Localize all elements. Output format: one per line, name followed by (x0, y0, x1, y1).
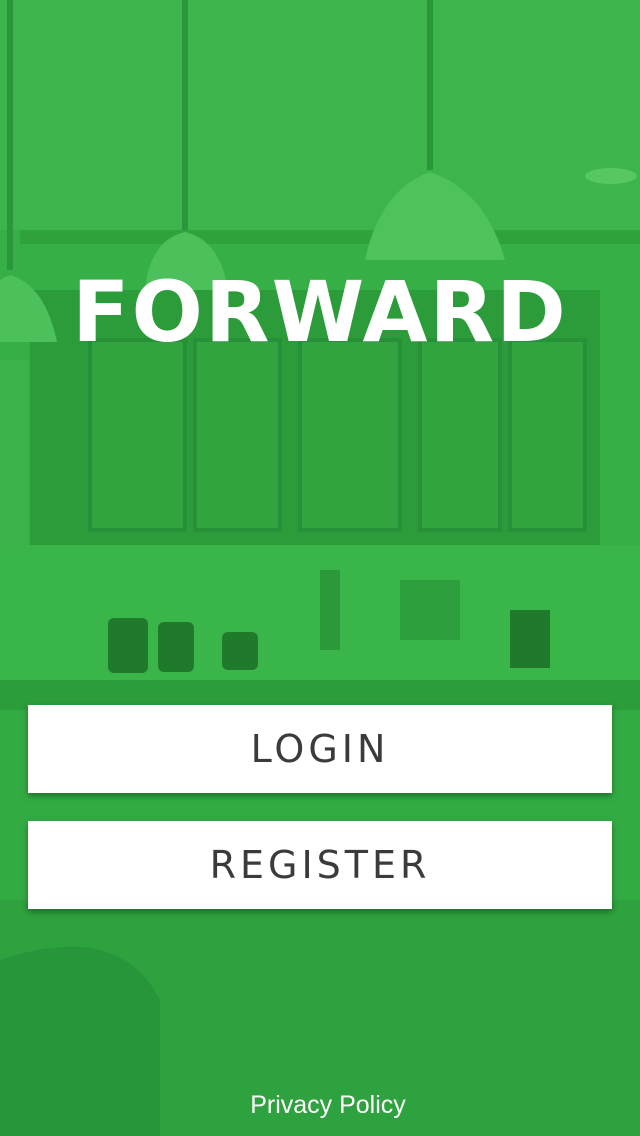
register-button[interactable]: REGISTER (28, 821, 612, 909)
privacy-policy-link[interactable]: Privacy Policy (0, 1088, 640, 1122)
login-button[interactable]: LOGIN (28, 705, 612, 793)
app-logo: FORWARD (72, 263, 568, 361)
kitchen-background-image (0, 0, 640, 1136)
